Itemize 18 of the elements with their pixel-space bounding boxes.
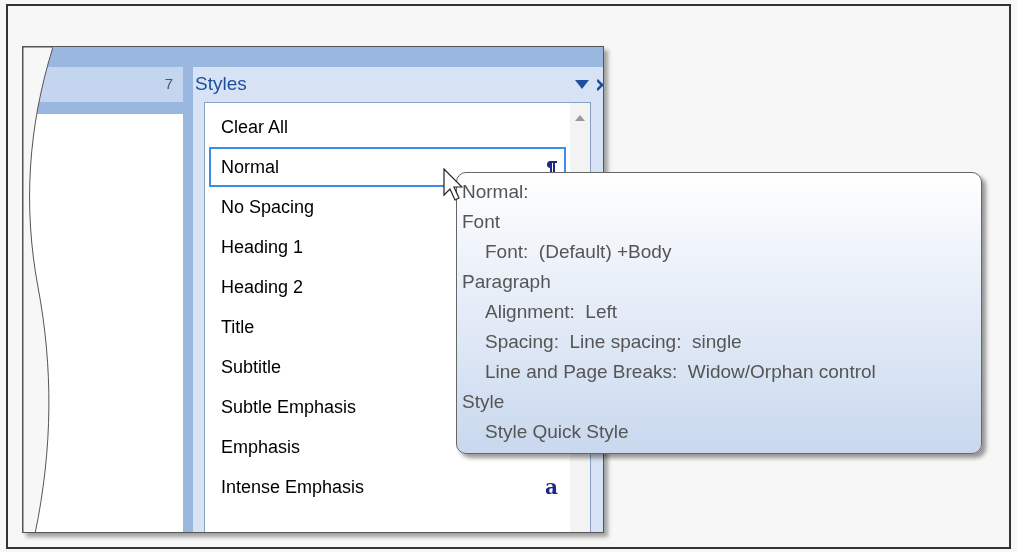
mouse-pointer-icon — [443, 168, 463, 202]
dropdown-triangle-icon[interactable] — [575, 80, 589, 89]
tooltip-line: Style Quick Style — [484, 420, 630, 444]
tooltip-line: Line and Page Breaks: Widow/Orphan control — [484, 360, 877, 384]
style-list-item[interactable]: Intense Emphasis a — [209, 467, 566, 507]
paragraph-mark-icon — [546, 160, 558, 174]
scroll-up-icon[interactable] — [575, 115, 585, 121]
tooltip-line: Alignment: Left — [484, 300, 619, 324]
tooltip-heading: Font — [462, 210, 502, 234]
character-style-mark: a — [545, 477, 558, 497]
style-list-item[interactable]: Clear All — [209, 107, 566, 147]
pane-title: Styles — [195, 72, 247, 97]
tooltip-heading: Paragraph — [462, 270, 552, 294]
tooltip-line: Spacing: Line spacing: single — [484, 330, 743, 354]
ruler-number: 7 — [164, 74, 173, 95]
close-icon[interactable] — [597, 78, 603, 91]
tooltip-heading: Style — [462, 390, 506, 414]
tooltip-line: Font: (Default) +Body — [484, 240, 673, 264]
